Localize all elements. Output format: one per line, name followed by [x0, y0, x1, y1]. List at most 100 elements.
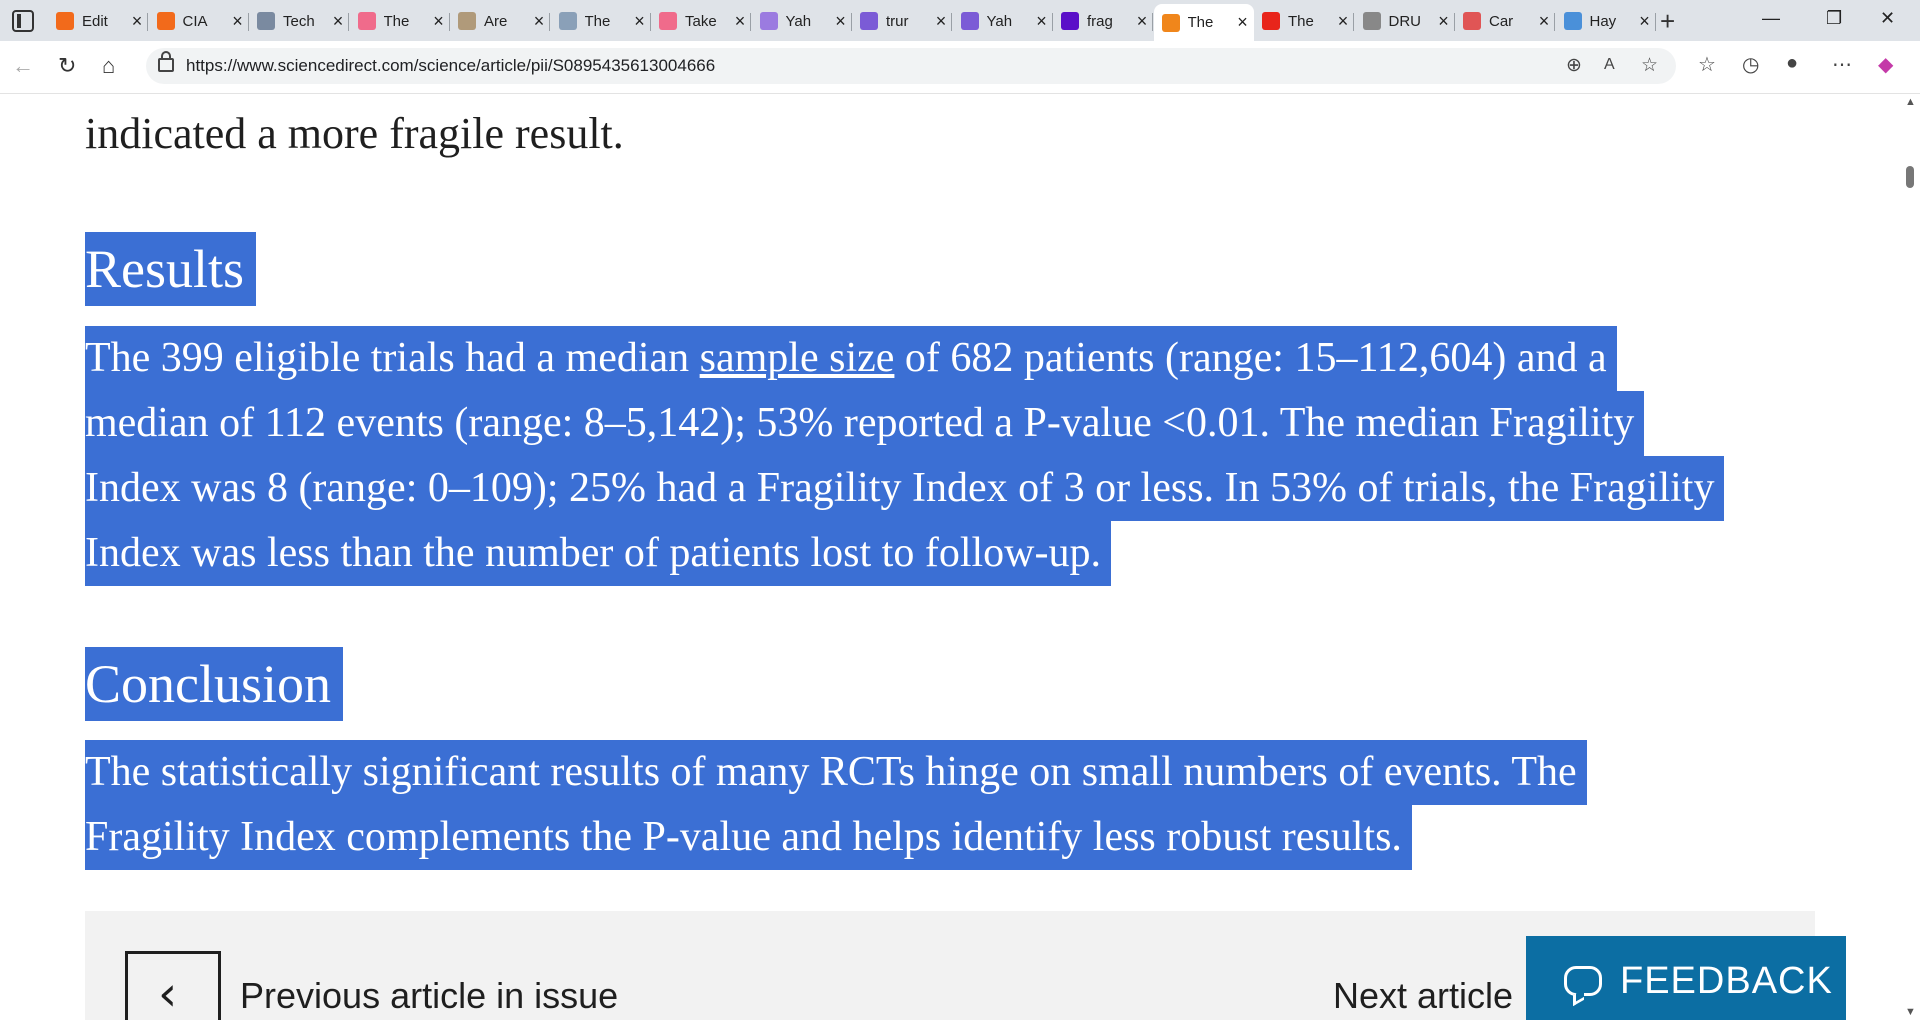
tab-close-icon[interactable]: ×	[528, 11, 550, 32]
browser-tab[interactable]: frag ×	[1053, 7, 1153, 35]
sample-size-link[interactable]: sample size	[700, 335, 895, 381]
tab-title: The	[1288, 12, 1314, 30]
restore-button[interactable]: ❐	[1826, 8, 1842, 29]
browser-tab[interactable]: The ×	[350, 7, 450, 35]
browser-tab[interactable]: Yah ×	[752, 7, 852, 35]
browser-tab[interactable]: The ×	[1254, 7, 1354, 35]
browser-tab[interactable]: Take ×	[651, 7, 751, 35]
tab-favicon-icon	[659, 12, 677, 30]
tab-close-icon[interactable]: ×	[1433, 11, 1455, 32]
tab-title: The	[383, 12, 410, 30]
results-line-1-pre: The 399 eligible trials had a median	[85, 335, 700, 381]
tab-favicon-icon	[1563, 12, 1582, 30]
browser-tab[interactable]: Tech ×	[249, 7, 349, 35]
address-bar[interactable]: https://www.sciencedirect.com/science/ar…	[146, 48, 1676, 84]
copilot-icon[interactable]: ◆	[1878, 52, 1893, 77]
scroll-up-arrow-icon[interactable]: ▲	[1905, 96, 1916, 108]
tab-close-icon[interactable]: ×	[227, 11, 249, 32]
conclusion-line-2: Fragility Index complements the P-value …	[85, 805, 1412, 870]
tab-title: Edit	[82, 12, 108, 30]
next-article-link[interactable]: Next article	[1333, 975, 1513, 1017]
tab-close-icon[interactable]: ×	[930, 11, 952, 32]
minimize-button[interactable]: —	[1762, 8, 1780, 29]
browser-tab[interactable]: CIA ×	[149, 7, 249, 35]
browser-tab[interactable]: Hay ×	[1556, 7, 1656, 35]
conclusion-line-1: The statistically significant results of…	[85, 740, 1587, 805]
history-icon[interactable]: ◷	[1742, 52, 1759, 77]
tab-favicon-icon	[156, 12, 175, 30]
previous-article-button[interactable]: ‹	[125, 951, 221, 1020]
speech-bubble-icon	[1564, 966, 1602, 996]
tab-title: DRU	[1388, 12, 1422, 30]
more-options-icon[interactable]: ⋯	[1832, 52, 1852, 77]
results-line-3: Index was 8 (range: 0–109); 25% had a Fr…	[85, 456, 1725, 521]
tab-title: The	[1187, 14, 1214, 31]
tab-favicon-icon	[1362, 12, 1381, 30]
tab-title: Hay	[1589, 12, 1617, 30]
read-aloud-icon[interactable]: A	[1604, 56, 1615, 74]
tab-close-icon[interactable]: ×	[1131, 11, 1153, 32]
browser-tab[interactable]: The ×	[551, 7, 651, 35]
tab-favicon-icon	[759, 12, 778, 30]
tab-close-icon[interactable]: ×	[1031, 11, 1053, 32]
previous-paragraph-tail: indicated a more fragile result.	[85, 109, 624, 158]
tab-close-icon[interactable]: ×	[1232, 12, 1254, 33]
tab-close-icon[interactable]: ×	[1332, 11, 1354, 32]
address-toolbar: ← ↻ ⌂ https://www.sciencedirect.com/scie…	[0, 41, 1920, 94]
tab-strip: Edit × CIA × Tech × The × Are × The × Take × Yah × trur ×…	[0, 0, 1920, 41]
scroll-down-arrow-icon[interactable]: ▼	[1905, 1006, 1916, 1018]
scrollbar-thumb[interactable]	[1906, 166, 1914, 188]
tab-favicon-icon	[960, 12, 979, 30]
tab-favicon-icon	[1262, 12, 1280, 30]
refresh-icon[interactable]: ↻	[58, 53, 76, 79]
tab-favicon-icon	[257, 12, 275, 30]
new-tab-button[interactable]: +	[1660, 6, 1675, 37]
tab-title: CIA	[182, 12, 208, 30]
tab-favicon-icon	[860, 12, 878, 30]
back-arrow-icon[interactable]: ←	[12, 53, 34, 79]
browser-tab[interactable]: trur ×	[852, 7, 952, 35]
favorite-star-icon[interactable]: ☆	[1641, 54, 1658, 77]
results-line-1-post: of 682 patients (range: 15–112,604) and …	[894, 335, 1607, 381]
tab-favicon-icon	[458, 12, 476, 30]
browser-tab[interactable]: The ×	[1153, 4, 1254, 41]
tab-title: Yah	[785, 12, 812, 30]
browser-tab[interactable]: Are ×	[450, 7, 550, 35]
previous-article-link[interactable]: Previous article in issue	[240, 975, 618, 1017]
browser-tab[interactable]: Yah ×	[953, 7, 1053, 35]
conclusion-paragraph: The statistically significant results of…	[85, 740, 1587, 870]
tab-close-icon[interactable]: ×	[1533, 11, 1555, 32]
tab-close-icon[interactable]: ×	[830, 11, 852, 32]
tab-title: Are	[484, 12, 508, 30]
tab-favicon-icon	[1061, 12, 1079, 30]
lock-icon	[158, 51, 174, 72]
results-line-2: median of 112 events (range: 8–5,142); 5…	[85, 391, 1645, 456]
browser-tab[interactable]: Car ×	[1455, 7, 1555, 35]
tab-title: trur	[886, 12, 909, 30]
url-text[interactable]: https://www.sciencedirect.com/science/ar…	[186, 56, 715, 76]
home-icon[interactable]: ⌂	[102, 53, 115, 79]
results-paragraph: The 399 eligible trials had a median sam…	[85, 326, 1725, 586]
page-scrollbar[interactable]: ▲ ▼	[1900, 94, 1920, 1020]
feedback-button[interactable]: FEEDBACK	[1526, 936, 1846, 1020]
profile-avatar-icon[interactable]: ●	[1786, 52, 1798, 75]
tab-favicon-icon	[1161, 13, 1180, 32]
tab-title: frag	[1087, 12, 1113, 30]
tab-close-icon[interactable]: ×	[126, 11, 148, 32]
results-line-4: Index was less than the number of patien…	[85, 521, 1111, 586]
browser-tab[interactable]: DRU ×	[1355, 7, 1455, 35]
tab-title: Car	[1489, 12, 1514, 30]
close-window-button[interactable]: ✕	[1880, 8, 1895, 29]
browser-tab[interactable]: Edit ×	[48, 7, 148, 35]
tab-close-icon[interactable]: ×	[327, 11, 349, 32]
tab-close-icon[interactable]: ×	[1634, 11, 1656, 32]
zoom-icon[interactable]: ⊕	[1566, 54, 1582, 77]
chevron-left-icon: ‹	[158, 966, 178, 1020]
tab-favicon-icon	[1463, 12, 1481, 30]
tab-favicon-icon	[357, 12, 376, 30]
tab-close-icon[interactable]: ×	[729, 11, 751, 32]
tab-actions-icon[interactable]	[12, 10, 34, 32]
favorites-icon[interactable]: ☆	[1698, 52, 1716, 77]
tab-close-icon[interactable]: ×	[629, 11, 651, 32]
tab-close-icon[interactable]: ×	[428, 11, 450, 32]
